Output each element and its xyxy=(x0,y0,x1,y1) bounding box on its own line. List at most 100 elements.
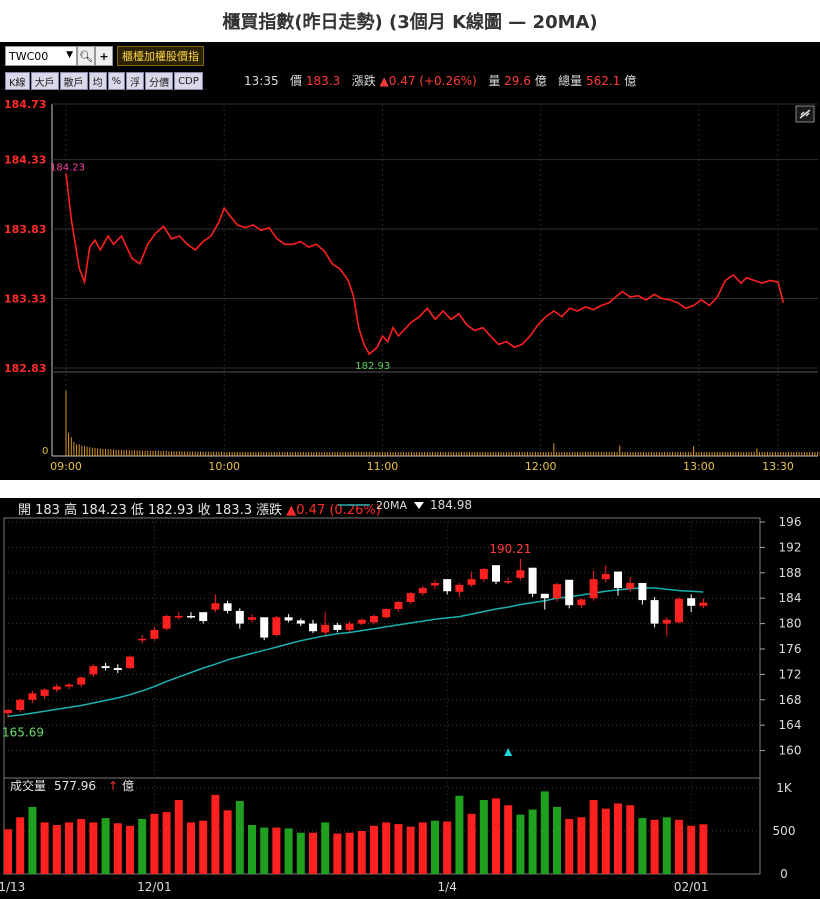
volume-bar xyxy=(199,820,208,874)
candle-body xyxy=(565,579,574,606)
candle-body xyxy=(504,581,513,583)
candle xyxy=(614,571,622,596)
candle xyxy=(492,565,500,585)
candle-body xyxy=(211,603,220,610)
candle-body xyxy=(321,624,330,633)
y-tick-label: 176 xyxy=(779,642,802,656)
volume-bar xyxy=(431,820,439,874)
y-tick-label: 188 xyxy=(779,566,802,580)
candle xyxy=(479,567,488,582)
up-arrow-icon: ↑ xyxy=(108,779,118,793)
volume-value: 577.96 xyxy=(54,779,96,793)
candle xyxy=(101,662,110,671)
volume-bar xyxy=(638,818,647,874)
volume-bar xyxy=(296,832,305,874)
x-tick-label: 09:00 xyxy=(50,460,82,473)
volume-zero-label: 0 xyxy=(42,446,48,457)
candle-body xyxy=(431,582,439,586)
candle xyxy=(577,598,586,608)
volume-bar xyxy=(65,822,73,874)
y-tick-label: 196 xyxy=(779,515,802,529)
candle xyxy=(77,676,86,688)
volume-bar xyxy=(455,795,464,874)
x-tick-label: 13:30 xyxy=(762,460,794,473)
candle-body xyxy=(577,599,586,606)
volume-bar xyxy=(345,832,354,874)
volume-bar xyxy=(394,824,403,874)
candle-body xyxy=(260,617,269,638)
y-tick-label: 172 xyxy=(779,667,802,681)
candle-body xyxy=(638,582,647,601)
candle-body xyxy=(199,612,208,622)
candle xyxy=(16,698,25,713)
volume-bar xyxy=(235,800,244,874)
candle xyxy=(187,612,195,619)
candle-body xyxy=(675,598,683,623)
candle xyxy=(516,558,525,581)
y-tick-label: 183.33 xyxy=(4,293,46,306)
ohlc-field: 高 xyxy=(64,502,81,518)
candle xyxy=(309,619,317,634)
candle xyxy=(394,600,403,612)
candle xyxy=(174,612,183,620)
volume-unit: 億 xyxy=(122,779,134,793)
volume-bar xyxy=(162,812,171,874)
volume-bar xyxy=(150,813,159,874)
candle xyxy=(406,591,415,604)
candle-body xyxy=(333,624,342,630)
candle-body xyxy=(528,567,537,594)
candle-body xyxy=(89,666,98,675)
candle xyxy=(455,582,464,597)
x-tick-label: 11/13 xyxy=(0,880,25,894)
candle-body xyxy=(626,582,635,589)
candle-body xyxy=(272,617,281,636)
ohlc-field: 182.93 xyxy=(148,503,198,518)
ohlc-field: 開 xyxy=(18,503,35,518)
volume-bar xyxy=(443,821,452,874)
volume-tick-label: 1K xyxy=(776,781,793,795)
candle-body xyxy=(187,615,195,618)
ohlc-field: 收 xyxy=(198,503,215,518)
candle xyxy=(504,577,513,585)
plot-frame xyxy=(3,517,761,875)
candle-body xyxy=(601,574,610,580)
volume-bar xyxy=(40,822,49,874)
candle-body xyxy=(126,656,134,669)
link-icon[interactable] xyxy=(795,105,815,123)
y-tick-label: 183.83 xyxy=(4,223,46,236)
volume-bar xyxy=(89,822,98,874)
low-annotation: 165.69 xyxy=(2,725,44,739)
volume-bar xyxy=(284,828,293,874)
volume-bar xyxy=(260,827,269,874)
candle-body xyxy=(553,584,561,599)
candle-body xyxy=(589,579,598,599)
candle-body xyxy=(309,623,317,632)
ma-legend-value: 184.98 xyxy=(430,498,472,512)
candle xyxy=(589,570,598,601)
candle xyxy=(528,567,537,597)
candle xyxy=(601,565,610,583)
candle xyxy=(223,600,232,614)
volume-bar xyxy=(101,818,110,874)
candle-body xyxy=(492,565,500,582)
candle xyxy=(89,664,98,677)
volume-bar xyxy=(126,825,134,874)
candle-body xyxy=(516,570,525,578)
ohlc-field: 低 xyxy=(131,503,148,518)
volume-bar xyxy=(589,800,598,874)
candle-body xyxy=(699,602,708,606)
candle-body xyxy=(77,677,86,685)
volume-bar xyxy=(516,814,525,874)
candle xyxy=(138,635,147,644)
triangle-up-icon xyxy=(504,748,513,756)
candle xyxy=(662,617,671,637)
candle xyxy=(52,683,61,693)
volume-bar xyxy=(4,829,12,874)
candle-body xyxy=(345,623,354,630)
candle xyxy=(565,579,574,609)
candle-body xyxy=(382,608,391,618)
ohlc-field: 183.3 xyxy=(215,503,256,518)
candle xyxy=(235,608,244,629)
candle-body xyxy=(162,615,171,629)
y-tick-label: 184.73 xyxy=(4,98,46,111)
